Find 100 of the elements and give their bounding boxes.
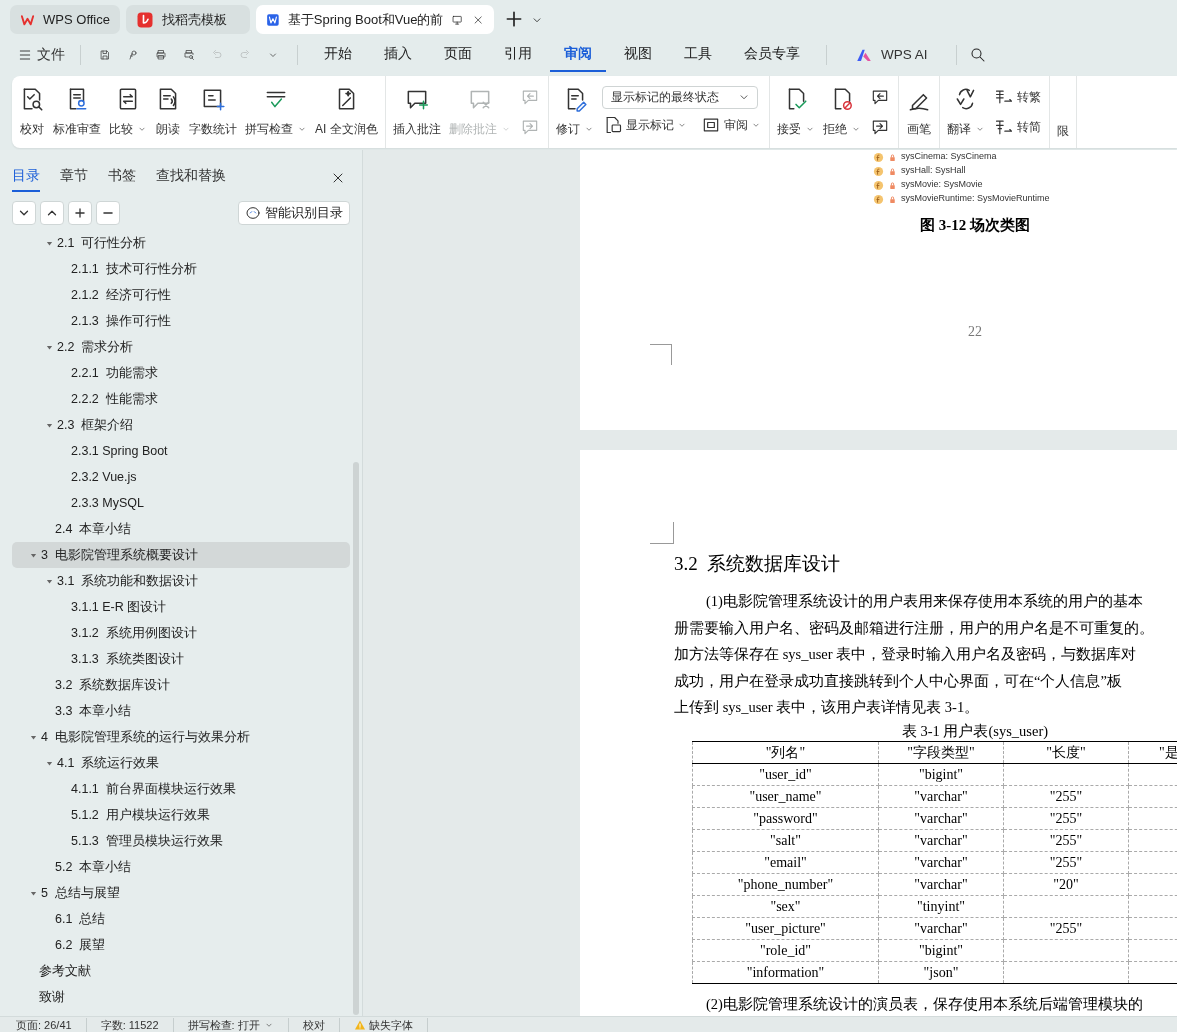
table-cell: "varchar" <box>878 851 1004 874</box>
field-text: sysMovie: SysMovie <box>901 178 983 192</box>
outline-item[interactable]: 5.1.3 管理员模块运行效果 <box>12 828 350 854</box>
search-icon[interactable] <box>968 46 987 64</box>
crop-mark <box>650 343 672 365</box>
ribbon-button[interactable]: 转简 <box>988 113 1046 141</box>
plus-icon <box>73 206 87 220</box>
menu-tab[interactable]: 审阅 <box>550 37 606 73</box>
menu-tab[interactable]: 开始 <box>310 37 366 73</box>
menu-tab[interactable]: 引用 <box>490 37 546 73</box>
outline-item[interactable]: 4.1.1 前台界面模块运行效果 <box>12 776 350 802</box>
panel-tab[interactable]: 书签 <box>108 164 136 192</box>
panel-tab[interactable]: 查找和替换 <box>156 164 226 192</box>
window-tab[interactable]: 基于Spring Boot和Vue的前 <box>256 5 494 34</box>
status-text[interactable]: 校对 <box>302 1017 325 1032</box>
ribbon-button[interactable]: 画笔 <box>901 80 936 144</box>
panel-tab[interactable]: 章节 <box>60 164 88 192</box>
ribbon-button[interactable]: 插入批注 <box>388 80 445 144</box>
outline-item[interactable]: 2.3.2 Vue.js <box>12 464 350 490</box>
outline-item[interactable]: 4 电影院管理系统的运行与效果分析 <box>12 724 350 750</box>
outline-item[interactable]: 5.2 本章小结 <box>12 854 350 880</box>
table-cell: "password" <box>692 807 879 830</box>
outline-item[interactable]: 3.1.2 系统用例图设计 <box>12 620 350 646</box>
panel-tab[interactable]: 目录 <box>12 164 40 192</box>
lock-icon <box>888 194 897 204</box>
outline-item[interactable]: 参考文献 <box>12 958 350 984</box>
menu-tab[interactable]: 插入 <box>370 37 426 73</box>
outline-item[interactable]: 3.1 系统功能和数据设计 <box>12 568 350 594</box>
ribbon-button[interactable]: 翻译 <box>942 80 989 144</box>
outline-item[interactable]: 2.2.2 性能需求 <box>12 386 350 412</box>
ribbon-button[interactable]: 朗读 <box>151 80 185 144</box>
outline-item[interactable]: 2.3 框架介绍 <box>12 412 350 438</box>
status-menu[interactable]: 拼写检查: 打开 <box>187 1017 274 1032</box>
scrollbar-thumb[interactable] <box>353 462 359 1015</box>
outline-item[interactable]: 2.3.3 MySQL <box>12 490 350 516</box>
outline-item[interactable]: 3 电影院管理系统概要设计 <box>12 542 350 568</box>
outline-item[interactable]: 4.1 系统运行效果 <box>12 750 350 776</box>
smart-toc-button[interactable]: 智能识别目录 <box>238 201 350 225</box>
logo-icon <box>136 10 154 29</box>
outline-item[interactable]: 3.1.1 E-R 图设计 <box>12 594 350 620</box>
status-text[interactable]: 字数: 11522 <box>100 1017 159 1032</box>
expand-up-button[interactable] <box>40 201 64 225</box>
ribbon-button[interactable]: 显示标记 <box>597 110 692 139</box>
menu-tab[interactable]: 页面 <box>430 37 486 73</box>
outline-item[interactable]: 6.2 展望 <box>12 932 350 958</box>
outline-item[interactable]: 5 总结与展望 <box>12 880 350 906</box>
outline-item[interactable]: 2.2 需求分析 <box>12 334 350 360</box>
table-cell: "255" <box>1003 829 1129 852</box>
ribbon-button[interactable]: 转繁 <box>988 83 1046 111</box>
menu-tab[interactable]: 视图 <box>610 37 666 73</box>
outline-item[interactable]: 5.1.2 用户模块运行效果 <box>12 802 350 828</box>
menu-tab[interactable]: 工具 <box>670 37 726 73</box>
field-icon <box>873 193 884 205</box>
ribbon-button[interactable]: AI 全文润色 <box>311 80 382 144</box>
ribbon-button[interactable]: 字数统计 <box>185 80 241 144</box>
table-cell: "phone_number" <box>692 873 879 896</box>
outline-item[interactable]: 2.2.1 功能需求 <box>12 360 350 386</box>
status-text[interactable]: 缺失字体 <box>368 1017 413 1032</box>
paragraph-line: 成功，用户在登录成功直接跳转到个人中心界面，可在“个人信息”板 <box>674 671 1123 691</box>
ribbon-button[interactable]: 拼写检查 <box>241 80 311 144</box>
file-menu[interactable]: 文件 <box>14 41 68 69</box>
ribbon-button[interactable]: 标准审查 <box>49 80 105 144</box>
lock-icon <box>888 180 897 190</box>
outline-item[interactable]: 6.1 总结 <box>12 906 350 932</box>
table-cell: "json" <box>878 961 1004 984</box>
ribbon-button[interactable]: 修订 <box>551 80 598 144</box>
outline-item[interactable]: 2.1.3 操作可行性 <box>12 308 350 334</box>
table-cell: "20" <box>1003 873 1129 896</box>
crop-mark <box>650 522 674 544</box>
column-header: "列名" <box>692 741 879 764</box>
minus-button[interactable] <box>96 201 120 225</box>
outline-item[interactable]: 2.1.2 经济可行性 <box>12 282 350 308</box>
ai-button[interactable]: WPS AI <box>839 41 944 69</box>
outline-item[interactable]: 2.1.1 技术可行性分析 <box>12 256 350 282</box>
column-header: "长度" <box>1003 741 1129 764</box>
paragraph-line: (2)电影院管理系统设计的演员表，保存使用本系统后端管理模块的 <box>705 995 1144 1014</box>
new-tab-icon[interactable] <box>504 9 524 29</box>
ribbon-button[interactable]: 审阅 <box>695 110 766 139</box>
ribbon-button[interactable]: 校对 <box>15 80 49 144</box>
outline-item[interactable]: 3.1.3 系统类图设计 <box>12 646 350 672</box>
ribbon-button[interactable]: 接受 <box>772 80 819 144</box>
table-cell: "role_id" <box>692 939 879 962</box>
ribbon-button[interactable]: 比较 <box>105 80 151 144</box>
outline-item[interactable]: 2.1 可行性分析 <box>12 230 350 256</box>
outline-item[interactable]: 2.3.1 Spring Boot <box>12 438 350 464</box>
outline-item[interactable]: 致谢 <box>12 984 350 1010</box>
dropdown-field[interactable]: 显示标记的最终状态 <box>601 85 758 109</box>
outline-item[interactable]: 3.2 系统数据库设计 <box>12 672 350 698</box>
menu-tab[interactable]: 会员专享 <box>730 37 814 73</box>
plus-button[interactable] <box>68 201 92 225</box>
table-cell: "tinyint" <box>878 895 1004 918</box>
ribbon-button[interactable]: 拒绝 <box>818 80 865 144</box>
outline-item[interactable]: 3.3 本章小结 <box>12 698 350 724</box>
collapse-down-button[interactable] <box>12 201 36 225</box>
outline-item[interactable]: 2.4 本章小结 <box>12 516 350 542</box>
status-text[interactable]: 页面: 26/41 <box>16 1017 72 1032</box>
window-tab[interactable]: 找稻壳模板 <box>126 5 250 34</box>
table-cell: "user_picture" <box>692 917 879 940</box>
window-tab[interactable]: WPS Office <box>10 5 120 34</box>
ribbon-button[interactable]: 限 <box>1052 80 1073 144</box>
